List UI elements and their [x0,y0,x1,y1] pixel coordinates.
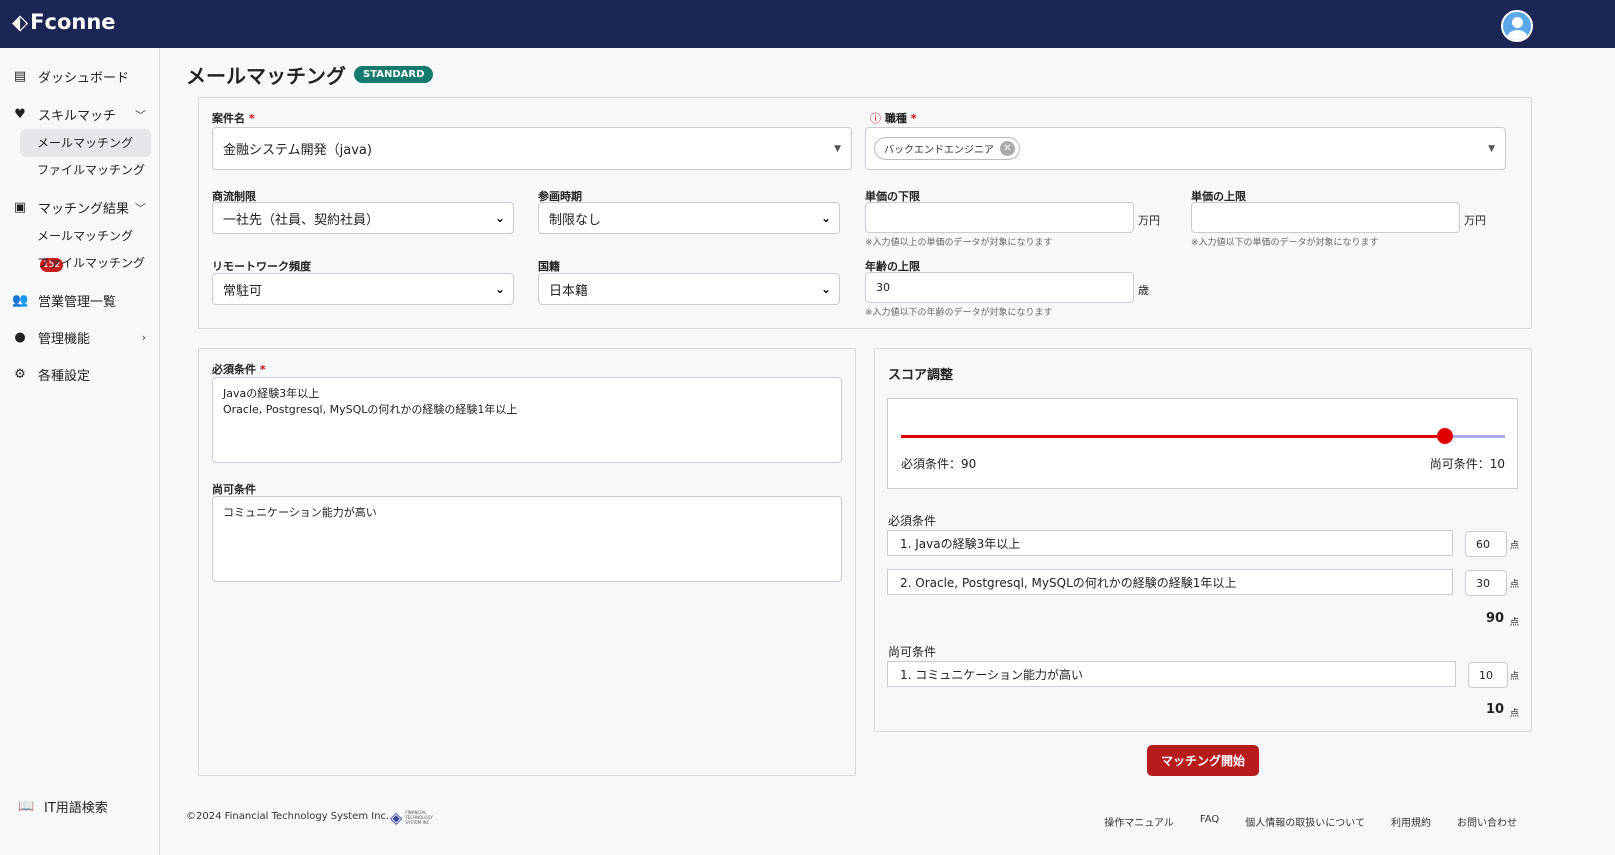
remove-chip-icon[interactable]: ✕ [1000,141,1015,156]
required-textarea[interactable]: Javaの経験3年以上 Oracle, Postgresql, MySQLの何れ… [212,377,842,463]
price-min-hint: ※入力値以上の単価のデータが対象になります [865,238,1053,248]
optional-item: 1. コミュニケーション能力が高い [887,661,1456,687]
job-select[interactable]: バックエンドエンジニア ✕ ▼ [865,127,1506,170]
footer-links: 操作マニュアル FAQ 個人情報の取扱いについて 利用規約 お問い合わせ [1104,814,1517,829]
age-unit: 歳 [1138,284,1149,297]
points-unit: 点 [1510,672,1520,682]
heart-pulse-icon: ♥ [14,107,26,122]
optional-label: 尚可条件 [212,483,256,496]
score-slider-box [887,398,1518,489]
sidebar-sub-result-file[interactable]: ファイルマッチング [20,249,151,277]
gear-icon: ⚙ [14,367,26,382]
job-label: ⓘ 職種 * [870,112,917,125]
sidebar-item-settings[interactable]: ⚙ 各種設定 [12,365,152,384]
price-min-unit: 万円 [1138,214,1160,227]
required-total: 90 [1486,611,1505,626]
clipboard-icon: ▣ [13,200,27,215]
price-max-input[interactable] [1191,202,1460,233]
job-chip: バックエンドエンジニア ✕ [874,137,1020,160]
nation-select[interactable]: 日本籍 ⌄ [538,273,840,305]
required-points-input[interactable]: 60 [1465,531,1507,557]
age-hint: ※入力値以下の年齢のデータが対象になります [865,308,1053,318]
optional-total: 10 [1486,702,1505,717]
project-select[interactable]: 金融システム開発（java) ▼ [212,127,852,170]
sidebar: ▤ ダッシュボード ♥ スキルマッチ ﹀ メールマッチング ファイルマッチング ▣ マッ… [0,48,160,855]
user-icon: ● [14,330,26,345]
sidebar-item-skill-match[interactable]: ♥ スキルマッチ ﹀ [12,105,152,124]
book-icon: 📖 [18,799,35,814]
age-input[interactable]: 30 [865,272,1134,303]
required-item: 2. Oracle, Postgresql, MySQLの何れかの経験の経験1年… [887,569,1453,595]
sidebar-item-dashboard[interactable]: ▤ ダッシュボード [12,67,152,86]
chevron-down-icon: ﹀ [135,108,146,122]
remote-select[interactable]: 常駐可 ⌄ [212,273,514,305]
footer-link-contact[interactable]: お問い合わせ [1457,814,1517,829]
app-logo[interactable]: ⬖ Fconne [12,10,116,34]
footer-link-terms[interactable]: 利用規約 [1391,814,1431,829]
chevron-down-icon: ⌄ [820,211,831,225]
optional-score-label: 尚可条件：10 [1429,457,1505,471]
required-score-label: 必須条件：90 [901,457,977,471]
points-unit: 点 [1510,709,1520,719]
chevron-down-icon: ⌄ [494,282,505,296]
price-max-hint: ※入力値以下の単価のデータが対象になります [1191,238,1379,248]
it-term-search[interactable]: 📖 IT用語検索 [18,797,158,816]
page-title: メールマッチング STANDARD [186,60,434,89]
points-unit: 点 [1510,580,1520,590]
price-max-unit: 万円 [1464,214,1486,227]
chevron-down-icon: ⌄ [820,282,831,296]
caret-down-icon: ▼ [1488,143,1495,154]
slider-thumb[interactable] [1436,428,1453,444]
score-optional-label: 尚可条件 [888,645,937,659]
points-unit: 点 [1510,541,1520,551]
user-avatar[interactable] [1501,10,1533,42]
company-logo-icon: ◈ [390,808,403,827]
project-label: 案件名 * [212,112,255,125]
sidebar-item-results[interactable]: ▣ マッチング結果 ﹀ [12,198,152,217]
footer-link-faq[interactable]: FAQ [1200,814,1219,829]
sidebar-sub-mail-matching[interactable]: メールマッチング [20,129,151,157]
slider-fill [901,435,1445,438]
chevron-down-icon: ⌄ [494,211,505,225]
required-item: 1. Javaの経験3年以上 [887,530,1453,556]
join-select[interactable]: 制限なし ⌄ [538,202,840,234]
chevron-right-icon: › [141,331,146,344]
price-min-input[interactable] [865,202,1134,233]
company-logo: ◈ FINANCIAL TECHNOLOGY SYSTEM INC. [390,808,433,827]
logo-icon: ⬖ [12,10,29,34]
points-unit: 点 [1510,618,1520,628]
slider-track[interactable] [901,428,1505,444]
team-icon: 👥 [12,293,29,308]
nation-label: 国籍 [538,260,560,273]
sidebar-item-admin[interactable]: ● 管理機能 › [12,328,152,347]
plan-badge: STANDARD [354,66,434,83]
chevron-down-icon: ﹀ [135,201,146,215]
commerce-select[interactable]: 一社先（社員、契約社員） ⌄ [212,202,514,234]
required-points-input[interactable]: 30 [1465,570,1507,596]
sidebar-item-sales[interactable]: 👥 営業管理一覧 [12,291,152,310]
sidebar-sub-result-mail[interactable]: メールマッチング152 [20,222,151,272]
copyright: ©2024 Financial Technology System Inc. [186,811,390,822]
required-label: 必須条件 * [212,363,266,376]
top-header: ⬖ Fconne [0,0,1615,48]
start-matching-button[interactable]: マッチング開始 [1147,745,1259,776]
remote-label: リモートワーク頻度 [212,260,311,273]
dashboard-icon: ▤ [13,69,27,84]
optional-points-input[interactable]: 10 [1468,662,1508,688]
optional-textarea[interactable]: コミュニケーション能力が高い [212,496,842,582]
sidebar-sub-file-matching[interactable]: ファイルマッチング [20,156,151,184]
score-title: スコア調整 [888,368,954,383]
score-required-label: 必須条件 [888,514,937,528]
info-icon: ⓘ [870,112,881,125]
caret-down-icon: ▼ [834,143,841,154]
footer-link-privacy[interactable]: 個人情報の取扱いについて [1245,814,1365,829]
footer-link-manual[interactable]: 操作マニュアル [1104,814,1174,829]
